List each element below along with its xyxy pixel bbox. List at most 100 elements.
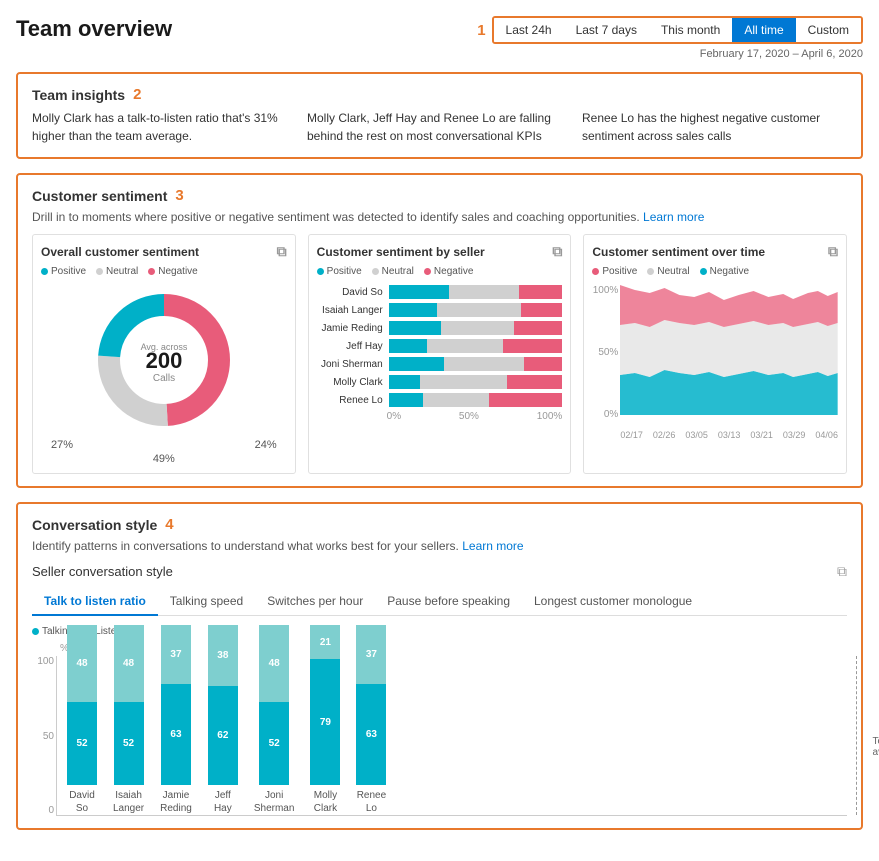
bar-seller-label: MollyClark — [314, 789, 337, 815]
time-y-labels: 100% 50% 0% — [592, 285, 618, 420]
page-title: Team overview — [16, 16, 172, 42]
donut-labels: 27% 24% — [41, 439, 287, 451]
positive-dot — [41, 268, 48, 275]
time-chart-svg — [620, 285, 838, 415]
filter-custom[interactable]: Custom — [796, 18, 861, 42]
page-container: Team overview 1 Last 24h Last 7 days Thi… — [0, 0, 879, 861]
seller-bar-row: Jamie Reding — [317, 321, 563, 335]
by-seller-legend: Positive Neutral Negative — [317, 266, 563, 277]
seller-name: Isaiah Langer — [317, 305, 389, 316]
tab-longest-monologue[interactable]: Longest customer monologue — [522, 588, 704, 616]
bar-group: 38 62 JeffHay — [208, 625, 238, 815]
learn-more-link-conv[interactable]: Learn more — [462, 539, 523, 553]
bar-talk-seg: 52 — [259, 702, 289, 785]
bar-group: 48 52 IsaiahLanger — [113, 625, 144, 815]
insight-item-3: Renee Lo has the highest negative custom… — [582, 109, 847, 145]
bar-listen-seg: 48 — [259, 625, 289, 702]
bar-seller-label: JeffHay — [214, 789, 232, 815]
seller-name: Molly Clark — [317, 377, 389, 388]
overall-legend: Positive Neutral Negative — [41, 266, 287, 277]
by-seller-chart: Customer sentiment by seller ⧉ Positive … — [308, 234, 572, 474]
bar-seller-label: ReneeLo — [357, 789, 386, 815]
sentiment-charts: Overall customer sentiment ⧉ Positive Ne… — [32, 234, 847, 474]
seller-legend-neutral: Neutral — [372, 266, 414, 277]
conv-style-title: Conversation style 4 — [32, 516, 847, 533]
bar-listen-seg: 37 — [161, 625, 191, 684]
over-time-legend: Positive Neutral Negative — [592, 266, 838, 277]
bar-group: 37 63 JamieReding — [160, 625, 192, 815]
step2-badge: 2 — [133, 86, 141, 103]
time-filter-group: Last 24h Last 7 days This month All time… — [492, 16, 863, 44]
bar-seller-label: DavidSo — [69, 789, 95, 815]
y-axis: 100 50 0 — [32, 656, 56, 816]
copy-icon-time[interactable]: ⧉ — [828, 243, 838, 260]
seller-name: Jeff Hay — [317, 341, 389, 352]
filter-last24h[interactable]: Last 24h — [494, 18, 564, 42]
tab-switches-per-hour[interactable]: Switches per hour — [255, 588, 375, 616]
bar-seller-label: IsaiahLanger — [113, 789, 144, 815]
filter-thismonth[interactable]: This month — [649, 18, 732, 42]
bar-seller-label: JamieReding — [160, 789, 192, 815]
time-x-labels: 02/17 02/26 03/05 03/13 03/21 03/29 04/0… — [620, 430, 838, 440]
insights-grid: Molly Clark has a talk-to-listen ratio t… — [32, 109, 847, 145]
time-legend-negative: Negative — [700, 266, 749, 277]
seller-bar-row: David So — [317, 285, 563, 299]
time-legend-neutral: Neutral — [647, 266, 689, 277]
team-avg-line — [856, 656, 857, 815]
bar-group: 48 52 JoniSherman — [254, 625, 295, 815]
team-insights-title: Team insights 2 — [32, 86, 847, 103]
copy-icon-overall[interactable]: ⧉ — [277, 243, 287, 260]
header: Team overview 1 Last 24h Last 7 days Thi… — [16, 16, 863, 60]
insight-item-2: Molly Clark, Jeff Hay and Renee Lo are f… — [307, 109, 572, 145]
legend-positive: Positive — [41, 266, 86, 277]
bar-talk-seg: 79 — [310, 659, 340, 785]
step3-badge: 3 — [175, 187, 183, 204]
bar-listen-seg: 48 — [114, 625, 144, 702]
neutral-dot — [96, 268, 103, 275]
seller-legend-negative: Negative — [424, 266, 473, 277]
seller-x-labels: 0% 50% 100% — [317, 411, 563, 422]
seller-name: David So — [317, 287, 389, 298]
bar-talk-seg: 62 — [208, 686, 238, 785]
tab-talking-speed[interactable]: Talking speed — [158, 588, 255, 616]
overall-chart-title: Overall customer sentiment ⧉ — [41, 243, 287, 260]
donut-bottom-label: 49% — [41, 453, 287, 465]
header-right: 1 Last 24h Last 7 days This month All ti… — [471, 16, 863, 60]
copy-icon-conv[interactable]: ⧉ — [837, 563, 847, 580]
seller-conv-style-label: Seller conversation style — [32, 564, 173, 579]
seller-bar-row: Isaiah Langer — [317, 303, 563, 317]
tab-talk-to-listen[interactable]: Talk to listen ratio — [32, 588, 158, 616]
tab-pause-before-speaking[interactable]: Pause before speaking — [375, 588, 522, 616]
conversation-style-section: Conversation style 4 Identify patterns i… — [16, 502, 863, 830]
donut-svg: Avg. across 200 Calls — [89, 285, 239, 435]
step1-badge: 1 — [477, 22, 485, 39]
seller-name: Joni Sherman — [317, 359, 389, 370]
conv-tabs: Talk to listen ratio Talking speed Switc… — [32, 588, 847, 616]
legend-negative: Negative — [148, 266, 197, 277]
filter-alltime[interactable]: All time — [732, 18, 795, 42]
bar-listen-seg: 21 — [310, 625, 340, 659]
customer-sentiment-title: Customer sentiment 3 — [32, 187, 847, 204]
bar-seller-label: JoniSherman — [254, 789, 295, 815]
seller-bar-row: Renee Lo — [317, 393, 563, 407]
bar-talk-seg: 63 — [161, 684, 191, 785]
over-time-title: Customer sentiment over time ⧉ — [592, 243, 838, 260]
time-legend-positive: Positive — [592, 266, 637, 277]
filter-last7days[interactable]: Last 7 days — [564, 18, 649, 42]
svg-text:200: 200 — [145, 348, 182, 373]
bar-group: 48 52 DavidSo — [67, 625, 97, 815]
svg-text:Calls: Calls — [153, 373, 175, 384]
seller-bar-row: Jeff Hay — [317, 339, 563, 353]
bar-talk-seg: 52 — [67, 702, 97, 785]
bar-listen-seg: 38 — [208, 625, 238, 686]
seller-legend-positive: Positive — [317, 266, 362, 277]
copy-icon-seller[interactable]: ⧉ — [552, 243, 562, 260]
time-chart-wrapper: 100% 50% 0% 02/17 — [592, 285, 838, 440]
step4-badge: 4 — [165, 516, 173, 533]
negative-dot — [148, 268, 155, 275]
legend-neutral: Neutral — [96, 266, 138, 277]
bar-group: 37 63 ReneeLo — [356, 625, 386, 815]
learn-more-link-sentiment[interactable]: Learn more — [643, 210, 704, 224]
conv-bar-chart: % 100 50 0 48 52 DavidSo 48 52 IsaiahLan… — [32, 643, 847, 816]
conv-chart-inner: 100 50 0 48 52 DavidSo 48 52 IsaiahLange… — [32, 656, 847, 816]
